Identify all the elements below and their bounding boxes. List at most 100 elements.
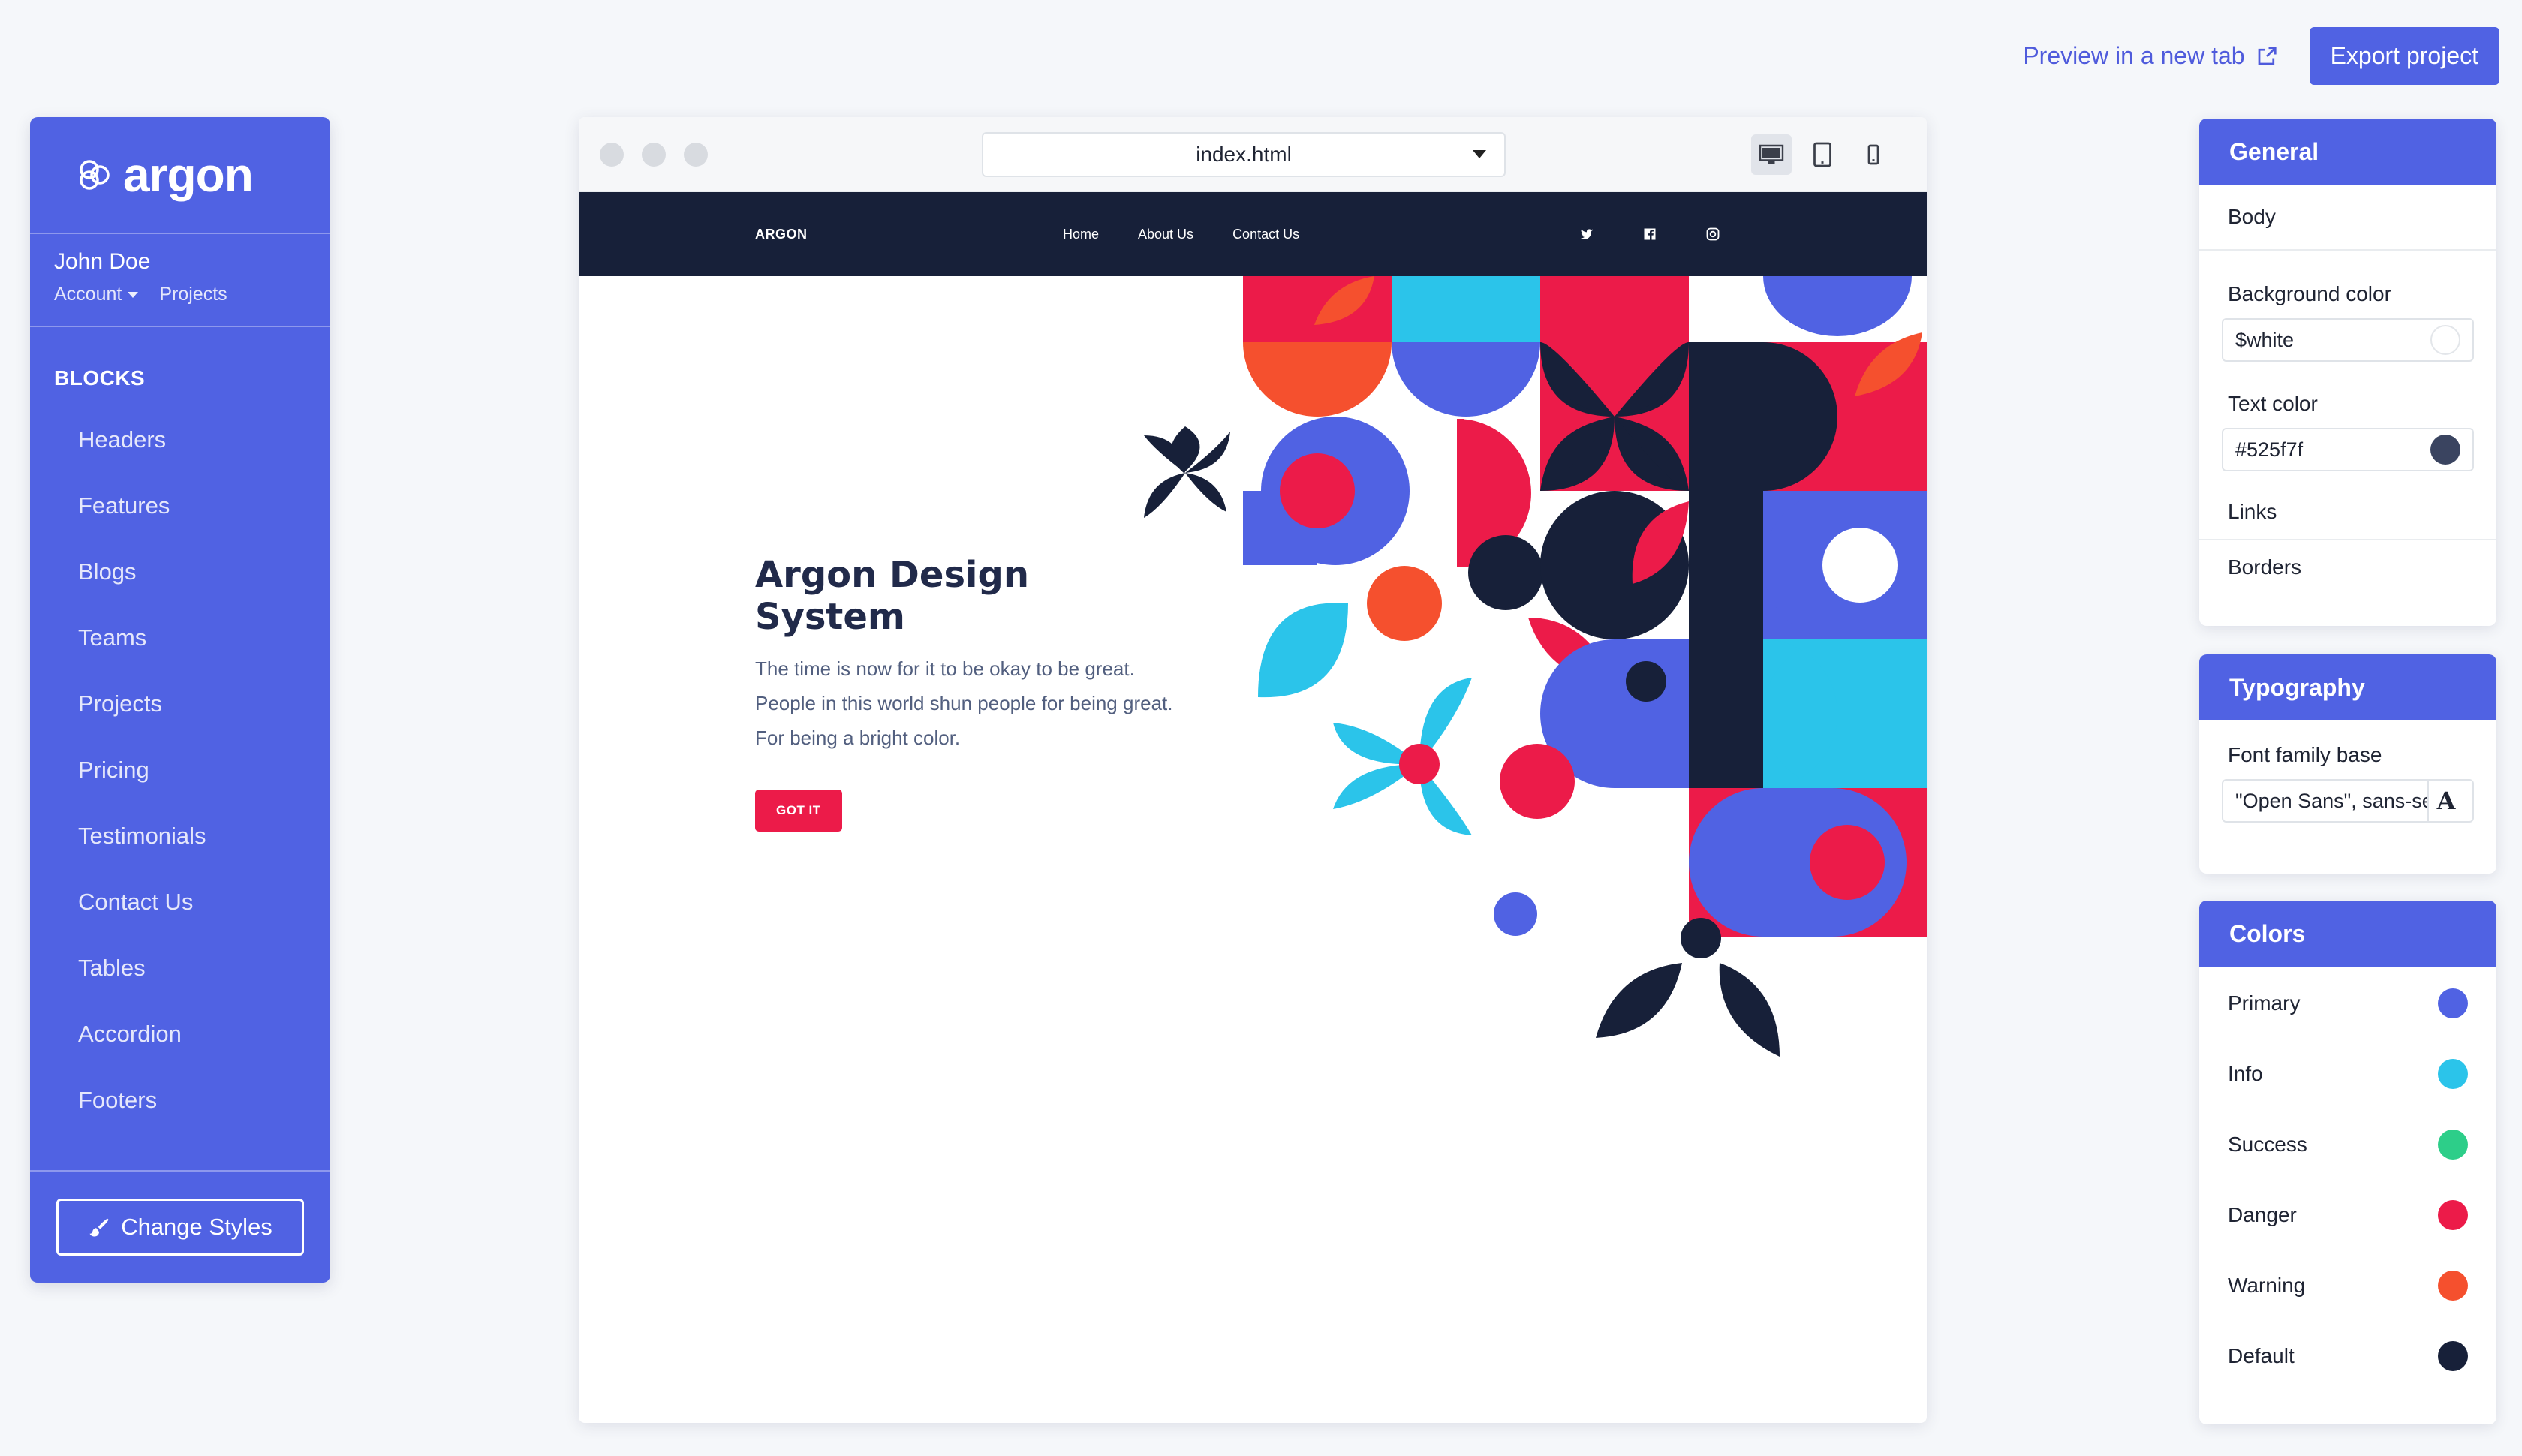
color-row-info: Info: [2199, 1039, 2496, 1109]
instagram-icon[interactable]: [1705, 227, 1720, 242]
background-color-field[interactable]: $white: [2222, 318, 2474, 362]
color-label-warning: Warning: [2228, 1274, 2306, 1297]
brand: argon: [30, 117, 330, 234]
site-brand[interactable]: ARGON: [755, 227, 808, 242]
sidebar-item-projects[interactable]: Projects: [30, 671, 330, 737]
site-nav-about[interactable]: About Us: [1138, 227, 1193, 242]
caret-down-icon: [128, 292, 139, 299]
sidebar-footer: Change Styles: [30, 1170, 330, 1283]
got-it-button[interactable]: GOT IT: [755, 790, 842, 832]
page-select[interactable]: index.html: [982, 131, 1506, 177]
background-color-label: Background color: [2228, 282, 2391, 305]
site-navbar: ARGON Home About Us Contact Us: [579, 192, 1927, 276]
general-panel-title: General: [2199, 119, 2496, 185]
user-section: John Doe Account Projects: [30, 234, 330, 327]
browser-toolbar: index.html: [579, 117, 1927, 192]
account-dropdown[interactable]: Account: [54, 284, 139, 305]
color-label-success: Success: [2228, 1133, 2307, 1156]
facebook-icon[interactable]: [1642, 227, 1657, 242]
borders-section-label[interactable]: Borders: [2199, 540, 2496, 594]
body-section-label[interactable]: Body: [2199, 185, 2496, 249]
background-color-swatch[interactable]: [2430, 325, 2460, 355]
color-swatch-warning[interactable]: [2438, 1271, 2468, 1301]
export-project-button[interactable]: Export project: [2309, 27, 2499, 85]
external-link-icon: [2258, 46, 2277, 65]
sidebar-item-footers[interactable]: Footers: [30, 1067, 330, 1133]
blocks-title: BLOCKS: [54, 366, 146, 390]
user-name: John Doe: [54, 249, 151, 274]
site-hero-section: Argon Design System The time is now for …: [579, 276, 1927, 1423]
general-panel: General Body Background color $white Tex…: [2199, 119, 2496, 626]
projects-link[interactable]: Projects: [159, 284, 227, 305]
color-row-primary: Primary: [2199, 968, 2496, 1039]
links-section-label[interactable]: Links: [2199, 485, 2496, 539]
color-row-success: Success: [2199, 1109, 2496, 1180]
device-switcher: [1751, 134, 1894, 175]
window-dot: [684, 142, 708, 167]
color-swatch-info[interactable]: [2438, 1059, 2468, 1089]
window-dots: [600, 142, 708, 167]
sidebar-item-testimonials[interactable]: Testimonials: [30, 803, 330, 869]
blocks-menu: Headers Features Blogs Teams Projects Pr…: [30, 407, 330, 1133]
color-label-info: Info: [2228, 1062, 2263, 1085]
change-styles-button[interactable]: Change Styles: [56, 1199, 304, 1256]
desktop-icon: [1759, 144, 1784, 164]
argon-logo-icon: [80, 160, 110, 190]
typography-panel-title: Typography: [2199, 654, 2496, 720]
sidebar-item-pricing[interactable]: Pricing: [30, 737, 330, 803]
color-swatch-success[interactable]: [2438, 1130, 2468, 1160]
sidebar-item-teams[interactable]: Teams: [30, 605, 330, 671]
hero-text: The time is now for it to be okay to be …: [755, 657, 1173, 749]
preview-link-label: Preview in a new tab: [2023, 42, 2245, 69]
text-color-value: #525f7f: [2235, 438, 2304, 461]
sidebar-item-accordion[interactable]: Accordion: [30, 1001, 330, 1067]
desktop-view-button[interactable]: [1751, 134, 1792, 175]
colors-panel: Colors Primary Info Success Danger Warni…: [2199, 901, 2496, 1424]
site-nav-home[interactable]: Home: [1063, 227, 1099, 242]
geometric-illustration: [1144, 276, 1927, 1057]
sidebar: argon John Doe Account Projects BLOCKS H…: [30, 117, 330, 1283]
color-swatch-primary[interactable]: [2438, 988, 2468, 1018]
font-family-label: Font family base: [2228, 743, 2382, 766]
caret-down-icon: [1473, 150, 1486, 158]
colors-panel-title: Colors: [2199, 901, 2496, 967]
color-swatch-default[interactable]: [2438, 1341, 2468, 1371]
color-swatch-danger[interactable]: [2438, 1200, 2468, 1230]
brush-icon: [89, 1218, 109, 1237]
mobile-icon: [1867, 144, 1879, 164]
window-dot: [600, 142, 624, 167]
color-row-default: Default: [2199, 1321, 2496, 1391]
text-color-swatch[interactable]: [2430, 435, 2460, 465]
browser-preview: index.html ARGON Home About Us Contact U…: [579, 117, 1927, 1423]
color-label-primary: Primary: [2228, 991, 2301, 1015]
tablet-view-button[interactable]: [1802, 134, 1843, 175]
mobile-view-button[interactable]: [1853, 134, 1894, 175]
sidebar-item-headers[interactable]: Headers: [30, 407, 330, 473]
typography-panel: Typography Font family base "Open Sans",…: [2199, 654, 2496, 874]
sidebar-item-tables[interactable]: Tables: [30, 935, 330, 1001]
color-row-warning: Warning: [2199, 1250, 2496, 1321]
top-actions: Preview in a new tab Export project: [2023, 27, 2499, 85]
sidebar-item-contact-us[interactable]: Contact Us: [30, 869, 330, 935]
text-color-field[interactable]: #525f7f: [2222, 428, 2474, 471]
site-nav-links: Home About Us Contact Us: [1063, 227, 1299, 242]
background-color-value: $white: [2235, 328, 2295, 351]
preview-link[interactable]: Preview in a new tab: [2023, 42, 2277, 70]
brand-name: argon: [123, 148, 254, 202]
twitter-icon[interactable]: [1579, 227, 1594, 242]
change-styles-label: Change Styles: [121, 1214, 272, 1240]
font-icon[interactable]: A: [2427, 781, 2463, 821]
site-nav-contact[interactable]: Contact Us: [1232, 227, 1299, 242]
hero-title: Argon Design System: [755, 554, 1029, 638]
divider: [2199, 249, 2496, 251]
font-family-value: "Open Sans", sans-serif: [2235, 789, 2438, 812]
color-label-danger: Danger: [2228, 1203, 2297, 1226]
sidebar-item-blogs[interactable]: Blogs: [30, 539, 330, 605]
sidebar-item-features[interactable]: Features: [30, 473, 330, 539]
tablet-icon: [1813, 142, 1831, 167]
color-label-default: Default: [2228, 1344, 2295, 1367]
hero-content: Argon Design System The time is now for …: [755, 554, 1175, 832]
color-row-danger: Danger: [2199, 1180, 2496, 1250]
font-family-field[interactable]: "Open Sans", sans-serif A: [2222, 779, 2474, 823]
text-color-label: Text color: [2228, 392, 2318, 415]
